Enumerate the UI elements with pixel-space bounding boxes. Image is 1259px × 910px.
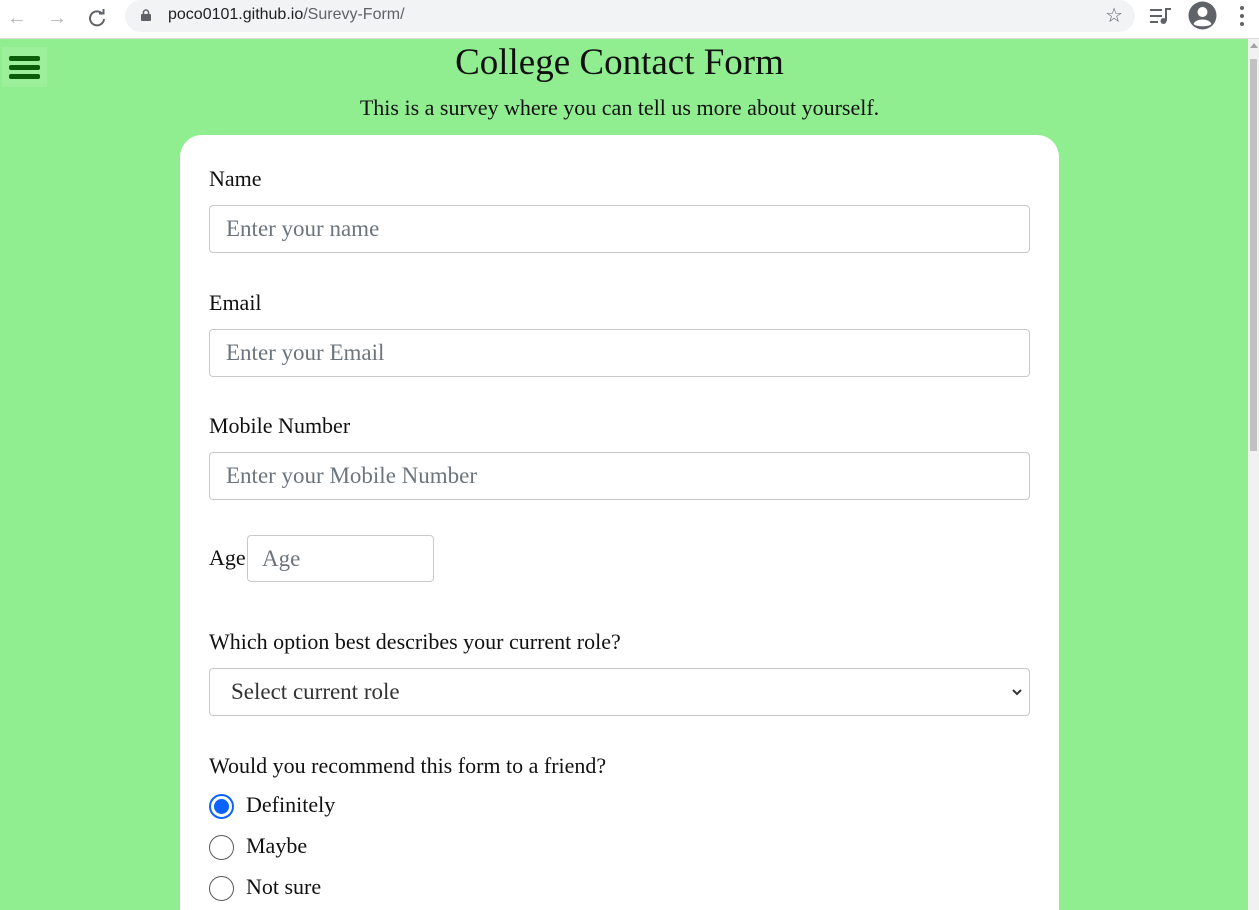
page-title: College Contact Form [455, 42, 784, 83]
url-text: poco0101.github.io/Surevy-Form/ [168, 6, 405, 24]
radio-button[interactable] [209, 876, 234, 901]
chevron-down-icon [1012, 689, 1022, 696]
forward-arrow-icon[interactable]: → [43, 4, 71, 32]
star-icon[interactable]: ☆ [1105, 5, 1123, 27]
role-select-value: Select current role [231, 679, 400, 704]
survey-form: Name Email Mobile Number Age Which optio… [180, 135, 1059, 910]
page-body: College Contact Form This is a survey wh… [0, 39, 1248, 910]
scroll-up-arrow-icon[interactable] [1250, 43, 1258, 48]
reload-icon[interactable] [83, 4, 111, 32]
more-vert-icon[interactable] [1236, 5, 1248, 27]
url-host: poco0101.github.io [168, 6, 304, 23]
age-label: Age [209, 545, 246, 570]
url-path: /Surevy-Form/ [303, 6, 405, 23]
media-control-icon[interactable] [1150, 7, 1172, 25]
scrollbar-thumb[interactable] [1250, 59, 1257, 451]
mobile-input[interactable] [209, 452, 1030, 500]
page-description: This is a survey where you can tell us m… [359, 95, 880, 120]
radio-button[interactable] [209, 794, 234, 819]
mobile-label: Mobile Number [209, 413, 351, 438]
name-label: Name [209, 166, 262, 191]
profile-icon[interactable] [1188, 1, 1217, 30]
browser-toolbar: ← → poco0101.github.io/Surevy-Form/ ☆ [0, 0, 1259, 39]
email-label: Email [209, 290, 262, 315]
radio-label: Definitely [246, 792, 336, 817]
vertical-scrollbar[interactable] [1248, 39, 1259, 910]
address-bar[interactable]: poco0101.github.io/Surevy-Form/ ☆ [125, 0, 1135, 32]
email-input[interactable] [209, 329, 1030, 377]
radio-button[interactable] [209, 835, 234, 860]
radio-label: Maybe [246, 833, 308, 858]
role-question: Which option best describes your current… [209, 629, 621, 654]
radio-label: Not sure [246, 874, 322, 899]
lock-icon [141, 9, 151, 21]
recommend-question: Would you recommend this form to a frien… [209, 753, 607, 778]
name-input[interactable] [209, 205, 1030, 253]
age-input[interactable] [247, 535, 434, 582]
back-arrow-icon[interactable]: ← [3, 4, 31, 32]
role-select[interactable]: Select current role [209, 668, 1030, 716]
